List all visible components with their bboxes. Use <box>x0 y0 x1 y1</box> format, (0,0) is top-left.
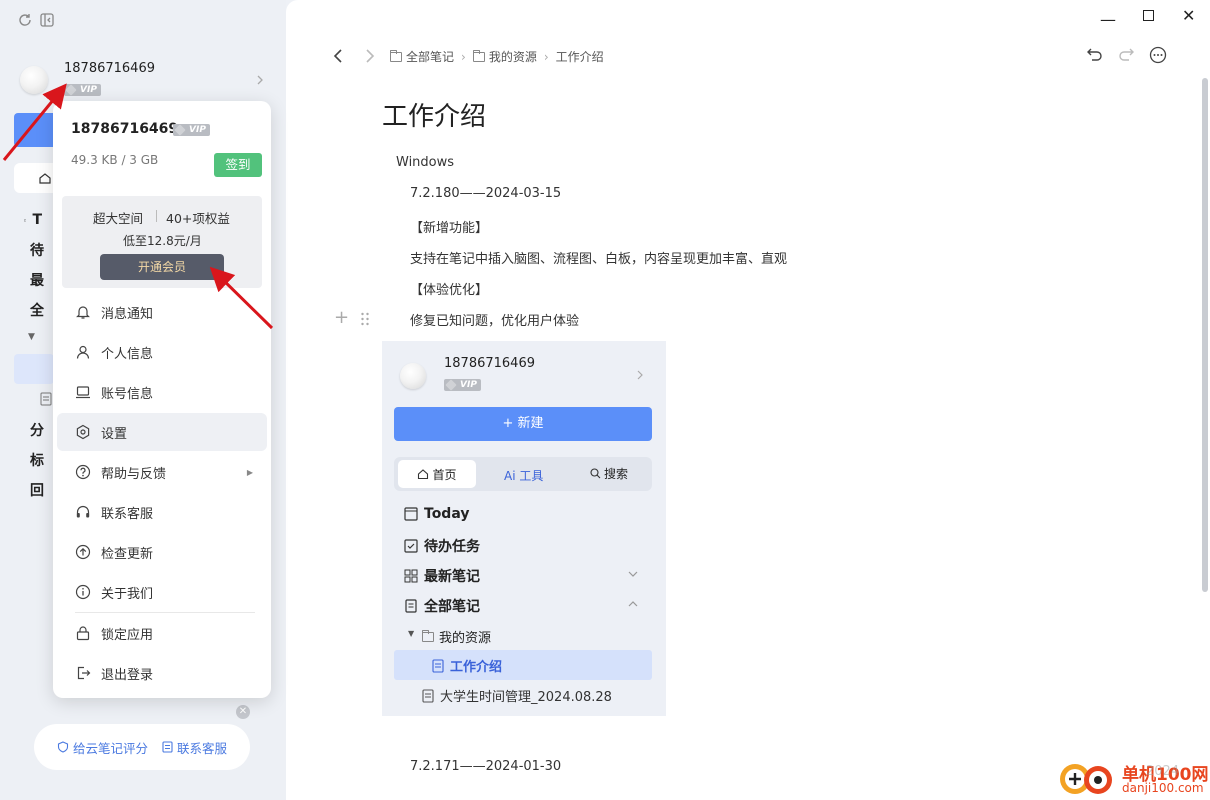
info-icon <box>75 584 91 600</box>
breadcrumb-separator: › <box>543 49 549 64</box>
contact-service-link[interactable]: 联系客服 <box>162 738 227 757</box>
embed-vip-badge: VIP <box>444 379 481 391</box>
back-arrow-icon[interactable] <box>332 48 344 64</box>
chevron-up-icon <box>628 600 638 608</box>
embed-avatar <box>400 363 426 389</box>
menu-account[interactable]: 账号信息 <box>57 373 267 411</box>
upgrade-icon <box>75 544 91 560</box>
note-icon <box>432 658 444 673</box>
doc-line[interactable]: 7.2.171——2024-01-30 <box>410 759 561 774</box>
annotation-arrows <box>2 83 274 330</box>
help-icon <box>75 464 91 480</box>
note-icon <box>40 392 52 406</box>
embed-tab-home: 首页 <box>398 460 476 488</box>
menu-about[interactable]: 关于我们 <box>57 573 267 611</box>
embed-tabs: 首页 Ai 工具 搜索 <box>394 457 652 491</box>
embed-item-todo: 待办任务 <box>404 536 480 556</box>
menu-help[interactable]: 帮助与反馈 ▶ <box>57 453 267 491</box>
breadcrumb-all-notes[interactable]: 全部笔记 <box>406 48 454 65</box>
embedded-screenshot: 18786716469 VIP + 新建 首页 Ai 工具 搜索 Today 待… <box>382 341 666 716</box>
embed-tab-search: 搜索 <box>590 465 628 482</box>
close-button[interactable]: ✕ <box>1182 6 1195 25</box>
partial-text: 2024 <box>1146 764 1180 779</box>
menu-lock-app[interactable]: 锁定应用 <box>57 614 267 652</box>
doc-icon <box>162 741 173 753</box>
chevron-down-icon <box>628 570 638 578</box>
embed-item-time-mgmt: 大学生时间管理_2024.08.28 <box>422 686 612 705</box>
embed-username: 18786716469 <box>444 356 535 371</box>
embed-item-work-intro: 工作介绍 <box>432 656 502 675</box>
sidebar-item-trash[interactable]: 回 <box>24 481 44 499</box>
breadcrumb-current: 工作介绍 <box>555 50 604 64</box>
breadcrumb-separator: › <box>461 49 466 64</box>
arrow-to-vip-button-icon <box>209 266 274 330</box>
embed-new-button: + 新建 <box>394 407 652 441</box>
close-footer-icon[interactable]: ✕ <box>236 705 250 719</box>
scrollbar-thumb[interactable] <box>1202 78 1208 592</box>
embed-chevron-icon <box>636 369 644 381</box>
headset-icon <box>76 505 90 518</box>
embed-folder-resources: 我的资源 <box>422 627 491 646</box>
sidebar-item-selected[interactable] <box>14 354 54 384</box>
doc-line[interactable]: 支持在笔记中插入脑图、流程图、白板，内容呈现更加丰富、直观 <box>410 248 787 267</box>
folder-icon <box>472 49 485 62</box>
menu-contact[interactable]: 联系客服 <box>57 493 267 531</box>
shield-icon <box>57 741 69 753</box>
laptop-icon <box>76 386 90 399</box>
submenu-arrow-icon: ▶ <box>246 467 253 477</box>
watermark-url: danji100.com <box>1122 781 1204 795</box>
redo-icon[interactable] <box>1117 46 1135 62</box>
doc-line[interactable]: 【体验优化】 <box>410 279 488 298</box>
more-options-icon[interactable] <box>1149 46 1167 64</box>
drag-handle-icon[interactable] <box>360 312 370 326</box>
embed-item-recent: 最新笔记 <box>404 566 480 586</box>
minimize-button[interactable]: — <box>1100 10 1116 29</box>
lock-icon <box>76 626 90 641</box>
menu-settings[interactable]: 设置 <box>57 413 267 451</box>
embed-tab-ai: Ai 工具 <box>504 469 544 483</box>
add-block-icon[interactable]: + <box>334 309 349 327</box>
embed-item-all-notes: 全部笔记 <box>404 596 480 616</box>
doc-line[interactable]: 7.2.180——2024-03-15 <box>410 186 561 201</box>
embed-item-today: Today <box>404 506 469 522</box>
arrow-to-username-icon <box>2 83 67 161</box>
menu-check-update[interactable]: 检查更新 <box>57 533 267 571</box>
note-icon <box>422 688 434 703</box>
footer-bar: 给云笔记评分 联系客服 <box>34 724 250 770</box>
sidebar-item-tags[interactable]: 标 <box>24 451 44 469</box>
doc-line[interactable]: 修复已知问题，优化用户体验 <box>410 310 579 329</box>
forward-arrow-icon[interactable] <box>364 48 376 64</box>
doc-title[interactable]: 工作介绍 <box>382 96 486 133</box>
menu-divider <box>75 612 255 613</box>
sidebar-item-shared[interactable]: 分 <box>24 421 44 439</box>
folder-icon <box>422 629 434 642</box>
undo-icon[interactable] <box>1086 46 1104 62</box>
home-icon <box>418 469 429 480</box>
settings-icon <box>76 424 90 440</box>
embed-expand-icon: ▼ <box>408 629 415 638</box>
breadcrumb-my-resources[interactable]: 我的资源 <box>489 48 537 65</box>
search-icon <box>590 468 601 479</box>
rate-app-link[interactable]: 给云笔记评分 <box>57 738 148 757</box>
menu-logout[interactable]: 退出登录 <box>57 654 267 692</box>
logout-icon <box>77 666 91 680</box>
user-icon <box>76 345 90 359</box>
doc-line[interactable]: 【新增功能】 <box>410 217 488 236</box>
watermark-logo <box>1058 758 1114 798</box>
maximize-button[interactable] <box>1143 10 1154 21</box>
doc-line[interactable]: Windows <box>396 155 454 170</box>
folder-icon <box>390 49 402 62</box>
breadcrumb: 全部笔记 › 我的资源 › 工作介绍 <box>390 48 604 65</box>
